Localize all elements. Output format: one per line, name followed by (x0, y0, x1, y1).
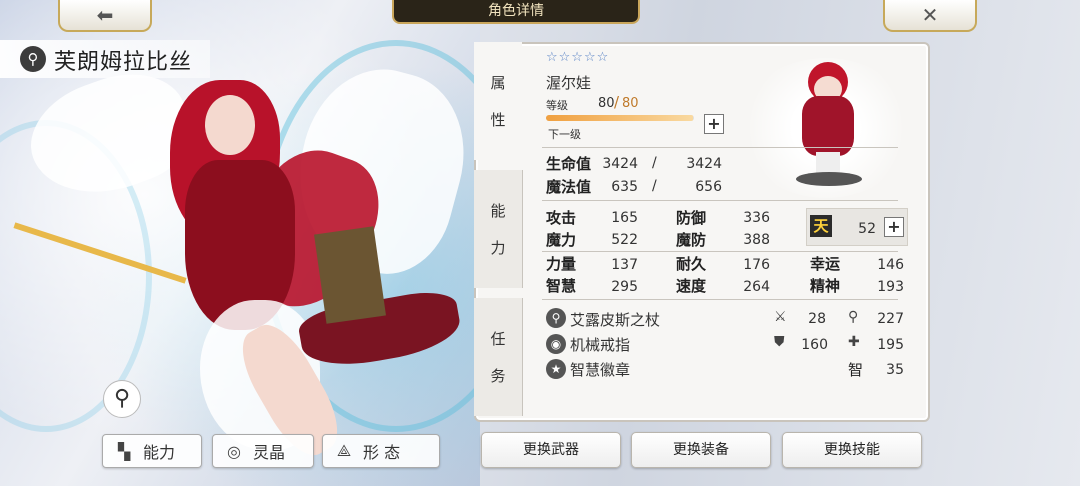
chibi-shadow (796, 172, 862, 186)
close-button[interactable]: ✕ (883, 0, 977, 32)
stat-value: 388 (743, 232, 770, 248)
badge-icon: ★ (546, 359, 566, 379)
level-current: 80 (598, 96, 615, 111)
tab-attributes-char1: 属 (490, 74, 506, 92)
mp-max: 656 (695, 179, 722, 195)
tab-quests[interactable]: 任 务 (474, 298, 523, 416)
level-max: 80 (622, 96, 639, 111)
stat-value: 137 (611, 257, 638, 273)
equipment-weapon-stat1: 28 (808, 311, 826, 327)
next-level-label: 下一级 (548, 128, 581, 141)
stat-label: 魔防 (676, 231, 707, 249)
change-weapon-button[interactable]: 更换武器 (481, 432, 621, 468)
change-equipment-button[interactable]: 更换装备 (631, 432, 771, 468)
hp-max: 3424 (686, 156, 722, 172)
stat-label: 耐久 (676, 255, 707, 273)
crystal-button[interactable]: ◎ 灵晶 (212, 434, 314, 468)
stat-label: 幸运 (810, 255, 841, 273)
tab-abilities-char2: 力 (490, 239, 506, 257)
stat-value: 165 (611, 210, 638, 226)
tab-abilities[interactable]: 能 力 (474, 170, 523, 288)
equipment-badge-stat: 35 (886, 362, 904, 378)
divider (542, 299, 898, 300)
stat-value: 295 (611, 279, 638, 295)
equipment-weapon-stat2: 227 (877, 311, 904, 327)
ring-icon: ◉ (546, 334, 566, 354)
side-tabs: 属 性 能 力 任 务 (474, 42, 523, 418)
back-button[interactable]: ⬅ (58, 0, 152, 32)
stat-label: 智慧 (546, 277, 577, 295)
hp-slash: / (652, 155, 657, 171)
tab-attributes-char2: 性 (490, 111, 506, 129)
level-progress-bar (546, 115, 694, 121)
equipment-weapon-name[interactable]: 艾露皮斯之杖 (570, 309, 660, 330)
sword-icon: ⚔ (774, 309, 787, 325)
ability-button[interactable]: ▚ 能力 (102, 434, 202, 468)
mp-label: 魔法值 (546, 178, 592, 196)
special-stat-icon: 天 (810, 215, 832, 237)
tab-quests-char2: 务 (490, 367, 506, 385)
tab-abilities-char1: 能 (490, 202, 506, 220)
stat-label: 攻击 (546, 209, 577, 227)
stat-value: 193 (877, 279, 904, 295)
arrow-left-icon: ⬅ (96, 3, 114, 27)
level-slash: / (614, 93, 620, 111)
chibi-portrait (798, 62, 858, 174)
shield-icon: ⛊ (774, 334, 785, 350)
divider (542, 200, 898, 201)
tab-quests-char1: 任 (490, 330, 506, 348)
crystal-icon: ◎ (227, 441, 241, 461)
equipment-badge-stat-label: 智 (848, 361, 864, 379)
form-icon: ⟁ (336, 441, 352, 460)
form-button-label: 形 态 (363, 443, 401, 462)
equipment-ring-stat2: 195 (877, 337, 904, 353)
tab-attributes[interactable]: 属 性 (474, 42, 522, 160)
divider (542, 147, 898, 148)
crystal-button-label: 灵晶 (253, 443, 286, 462)
character-name: 芙朗姆拉比丝 (54, 50, 193, 75)
stat-value: 176 (743, 257, 770, 273)
stat-value: 264 (743, 279, 770, 295)
stat-label: 防御 (676, 209, 707, 227)
magnifier-icon: ⚲ (113, 386, 131, 411)
character-class: 渥尔娃 (546, 74, 592, 92)
level-label: 等级 (546, 99, 568, 112)
cross-shield-icon: ✚ (848, 334, 860, 350)
staff-stat-icon: ⚲ (848, 309, 859, 325)
equipment-ring-stat1: 160 (801, 337, 828, 353)
form-button[interactable]: ⟁ 形 态 (322, 434, 440, 468)
mp-current: 635 (611, 179, 638, 195)
close-icon: ✕ (921, 3, 939, 27)
hp-label: 生命值 (546, 155, 592, 173)
page-title: 角色详情 (392, 0, 640, 24)
grid-icon: ▚ (117, 441, 131, 461)
hp-current: 3424 (602, 156, 638, 172)
ability-button-label: 能力 (143, 443, 176, 462)
stat-label: 力量 (546, 255, 577, 273)
plus-icon: + (707, 114, 721, 133)
divider (542, 251, 898, 252)
plus-icon: + (887, 217, 901, 236)
equipment-badge-name[interactable]: 智慧徽章 (570, 359, 630, 380)
staff-class-icon: ⚲ (20, 46, 46, 72)
stat-value: 336 (743, 210, 770, 226)
star-rating: ☆☆☆☆☆ (546, 50, 610, 65)
stat-value: 146 (877, 257, 904, 273)
level-up-button[interactable]: + (704, 114, 724, 134)
special-stat-add-button[interactable]: + (884, 217, 904, 237)
stat-value: 522 (611, 232, 638, 248)
level-progress-fill (546, 115, 693, 121)
equipment-ring-name[interactable]: 机械戒指 (570, 334, 630, 355)
zoom-button[interactable]: ⚲ (103, 380, 141, 418)
stat-label: 速度 (676, 277, 707, 295)
mp-slash: / (652, 178, 657, 194)
staff-icon: ⚲ (546, 308, 566, 328)
change-skill-button[interactable]: 更换技能 (782, 432, 922, 468)
stat-label: 精神 (810, 277, 841, 295)
special-stat-value: 52 (858, 221, 876, 237)
stat-label: 魔力 (546, 231, 577, 249)
